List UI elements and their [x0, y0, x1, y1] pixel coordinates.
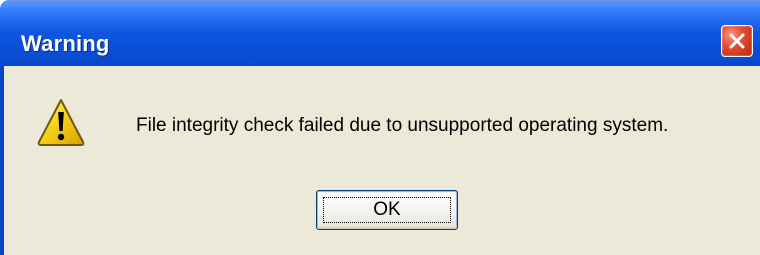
dialog-message: File integrity check failed due to unsup… — [136, 115, 669, 136]
ok-button-label: OK — [373, 199, 401, 220]
title-bar[interactable]: Warning — [0, 0, 760, 66]
warning-icon — [37, 99, 85, 146]
warning-dialog: Warning File integrity check failed due … — [0, 0, 760, 255]
close-icon — [729, 33, 745, 49]
title-bar-highlight — [0, 0, 760, 8]
close-button[interactable] — [721, 25, 753, 57]
ok-button[interactable]: OK — [316, 190, 458, 230]
window-title: Warning — [21, 31, 110, 56]
